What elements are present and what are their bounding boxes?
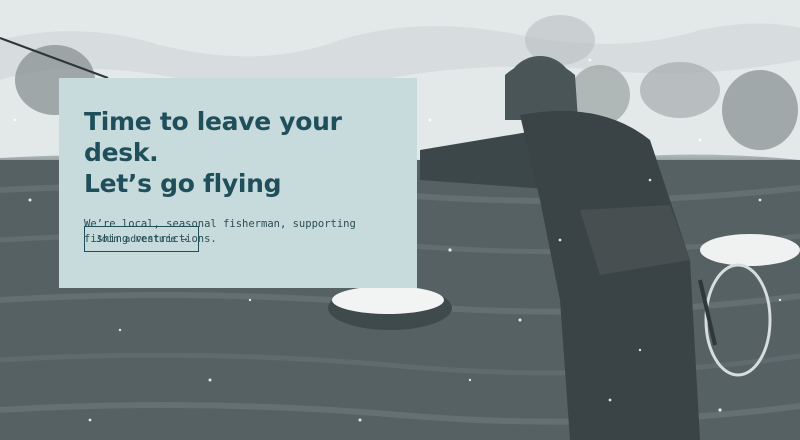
- hero-title-line2: Let’s go flying: [84, 169, 282, 198]
- join-adventure-button[interactable]: Join adventure →: [84, 226, 200, 252]
- arrow-right-icon: →: [181, 233, 188, 245]
- hero-section: Time to leave your desk. Let’s go flying…: [0, 0, 800, 440]
- join-adventure-label: Join adventure: [96, 233, 177, 245]
- hero-title: Time to leave your desk. Let’s go flying: [84, 106, 393, 199]
- hero-card: Time to leave your desk. Let’s go flying…: [59, 78, 417, 288]
- hero-title-line1: Time to leave your desk.: [84, 107, 342, 167]
